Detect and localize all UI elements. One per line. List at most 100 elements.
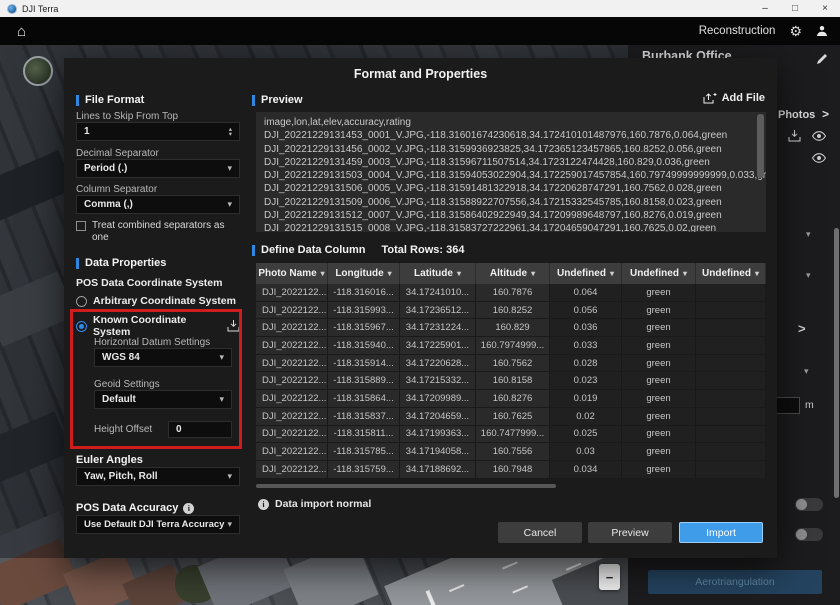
table-row[interactable]: DJI_2022122...-118.315811...34.17199363.… (256, 426, 766, 444)
table-cell: 160.8158 (476, 372, 550, 390)
table-row[interactable]: DJI_2022122...-118.315967...34.17231224.… (256, 319, 766, 337)
titlebar: DJI Terra – □ × (0, 0, 840, 17)
table-row[interactable]: DJI_2022122...-118.316016...34.17241010.… (256, 284, 766, 302)
stepper-arrows[interactable]: ▴ ▾ (229, 127, 232, 137)
radio-unselected[interactable] (76, 296, 87, 307)
close-button[interactable]: × (810, 0, 840, 17)
panel-scrollbar[interactable] (834, 228, 839, 498)
aerotriangulation-button[interactable]: Aerotriangulation (648, 570, 822, 594)
preview-button[interactable]: Preview (588, 522, 672, 543)
table-cell: green (622, 426, 696, 444)
table-cell: 34.17220628... (400, 355, 476, 373)
section-accent-bar (252, 95, 255, 106)
caret-down-icon: ▾ (227, 519, 232, 530)
import-photos-icon[interactable] (788, 130, 801, 142)
preview-scrollbar[interactable] (757, 114, 764, 178)
known-coordinate-radio[interactable]: Known Coordinate System (76, 314, 240, 338)
add-file-button[interactable]: Add File (703, 92, 765, 104)
pos-accuracy-dropdown[interactable]: Use Default DJI Terra Accuracy ▾ (76, 515, 240, 534)
table-cell: -118.315759... (328, 461, 400, 479)
geoid-settings-label: Geoid Settings (94, 379, 160, 390)
visibility-eye-icon[interactable] (812, 153, 826, 163)
decimal-separator-dropdown[interactable]: Period (.) ▾ (76, 159, 240, 178)
import-coordinate-icon[interactable] (227, 320, 240, 332)
minimize-button[interactable]: – (750, 0, 780, 17)
lines-to-skip-label: Lines to Skip From Top (76, 111, 240, 122)
edit-icon[interactable] (816, 53, 828, 65)
caret-down-icon[interactable]: ▾ (806, 270, 811, 281)
column-header-latitude[interactable]: Latitude▾ (400, 263, 476, 284)
table-cell: 34.17204659... (400, 408, 476, 426)
info-icon[interactable]: i (183, 503, 194, 514)
table-row[interactable]: DJI_2022122...-118.315993...34.17236512.… (256, 302, 766, 320)
caret-down-icon[interactable]: ▾ (806, 229, 811, 240)
preview-line: image,lon,lat,elev,accuracy,rating (264, 116, 752, 129)
table-row[interactable]: DJI_2022122...-118.315864...34.17209989.… (256, 390, 766, 408)
mode-label[interactable]: Reconstruction (699, 25, 776, 37)
table-cell: 34.17241010... (400, 284, 476, 302)
table-cell: 160.7562 (476, 355, 550, 373)
table-cell: DJI_2022122... (256, 337, 328, 355)
height-offset-input[interactable]: 0 (168, 421, 232, 438)
euler-angles-dropdown[interactable]: Yaw, Pitch, Roll ▾ (76, 467, 240, 486)
preview-line: DJI_20221229131503_0004_V.JPG,-118.31594… (264, 169, 752, 182)
visibility-eye-icon[interactable] (812, 131, 826, 141)
chevron-right-icon[interactable]: > (822, 107, 829, 121)
compass[interactable] (23, 56, 53, 86)
table-cell: 160.8276 (476, 390, 550, 408)
cancel-button[interactable]: Cancel (498, 522, 582, 543)
treat-combined-checkbox-row[interactable]: Treat combined separators as one (76, 220, 240, 244)
toggle-switch[interactable] (795, 498, 823, 511)
user-icon[interactable] (816, 25, 828, 37)
table-row[interactable]: DJI_2022122...-118.315837...34.17204659.… (256, 408, 766, 426)
toggle-switch[interactable] (795, 528, 823, 541)
caret-down-icon[interactable]: ▾ (804, 366, 809, 377)
preview-box[interactable]: image,lon,lat,elev,accuracy,ratingDJI_20… (256, 112, 766, 232)
column-header-undefined[interactable]: Undefined▾ (550, 263, 622, 284)
caret-down-icon: ▾ (610, 269, 614, 278)
caret-down-icon: ▾ (531, 269, 535, 278)
column-header-altitude[interactable]: Altitude▾ (476, 263, 550, 284)
caret-down-icon: ▾ (755, 269, 759, 278)
chevron-right-icon[interactable]: > (798, 321, 806, 336)
table-row[interactable]: DJI_2022122...-118.315785...34.17194058.… (256, 443, 766, 461)
pos-coordinate-system-label: POS Data Coordinate System (76, 277, 240, 289)
lines-to-skip-input[interactable]: 1 ▴ ▾ (76, 122, 240, 141)
table-cell: green (622, 408, 696, 426)
checkbox[interactable] (76, 221, 86, 231)
preview-line: DJI_20221229131506_0005_V.JPG,-118.31591… (264, 182, 752, 195)
table-horizontal-scrollbar[interactable] (256, 484, 556, 488)
column-header-undefined[interactable]: Undefined▾ (622, 263, 696, 284)
column-separator-label: Column Separator (76, 184, 240, 195)
column-header-longitude[interactable]: Longitude▾ (328, 263, 400, 284)
column-header-photo-name[interactable]: Photo Name▾ (256, 263, 328, 284)
map-zoom-out-button[interactable]: − (599, 564, 620, 590)
table-cell: 0.033 (550, 337, 622, 355)
horizontal-datum-dropdown[interactable]: WGS 84 ▾ (94, 348, 232, 367)
table-cell: 0.023 (550, 372, 622, 390)
home-icon[interactable]: ⌂ (17, 24, 26, 39)
photos-section-label[interactable]: Photos (778, 109, 815, 121)
table-cell: -118.315837... (328, 408, 400, 426)
table-cell: green (622, 337, 696, 355)
table-row[interactable]: DJI_2022122...-118.315889...34.17215332.… (256, 372, 766, 390)
arbitrary-coordinate-radio[interactable]: Arbitrary Coordinate System (76, 295, 240, 307)
maximize-button[interactable]: □ (780, 0, 810, 17)
geoid-settings-dropdown[interactable]: Default ▾ (94, 390, 232, 409)
preview-line: DJI_20221229131509_0006_V.JPG,-118.31588… (264, 196, 752, 209)
stepper-down-icon[interactable]: ▾ (229, 132, 232, 137)
table-cell: -118.315811... (328, 426, 400, 444)
import-button[interactable]: Import (679, 522, 763, 543)
table-row[interactable]: DJI_2022122...-118.315914...34.17220628.… (256, 355, 766, 373)
decimal-separator-label: Decimal Separator (76, 148, 240, 159)
unit-label: m (805, 399, 814, 411)
column-separator-dropdown[interactable]: Comma (,) ▾ (76, 195, 240, 214)
data-properties-section-header: Data Properties (76, 257, 240, 269)
preview-line: DJI_20221229131453_0001_V.JPG,-118.31601… (264, 129, 752, 142)
table-row[interactable]: DJI_2022122...-118.315759...34.17188692.… (256, 461, 766, 479)
column-header-undefined[interactable]: Undefined▾ (696, 263, 766, 284)
table-row[interactable]: DJI_2022122...-118.315940...34.17225901.… (256, 337, 766, 355)
caret-down-icon: ▾ (683, 269, 687, 278)
radio-selected[interactable] (76, 321, 87, 332)
gear-icon[interactable]: ⚙ (789, 24, 802, 38)
